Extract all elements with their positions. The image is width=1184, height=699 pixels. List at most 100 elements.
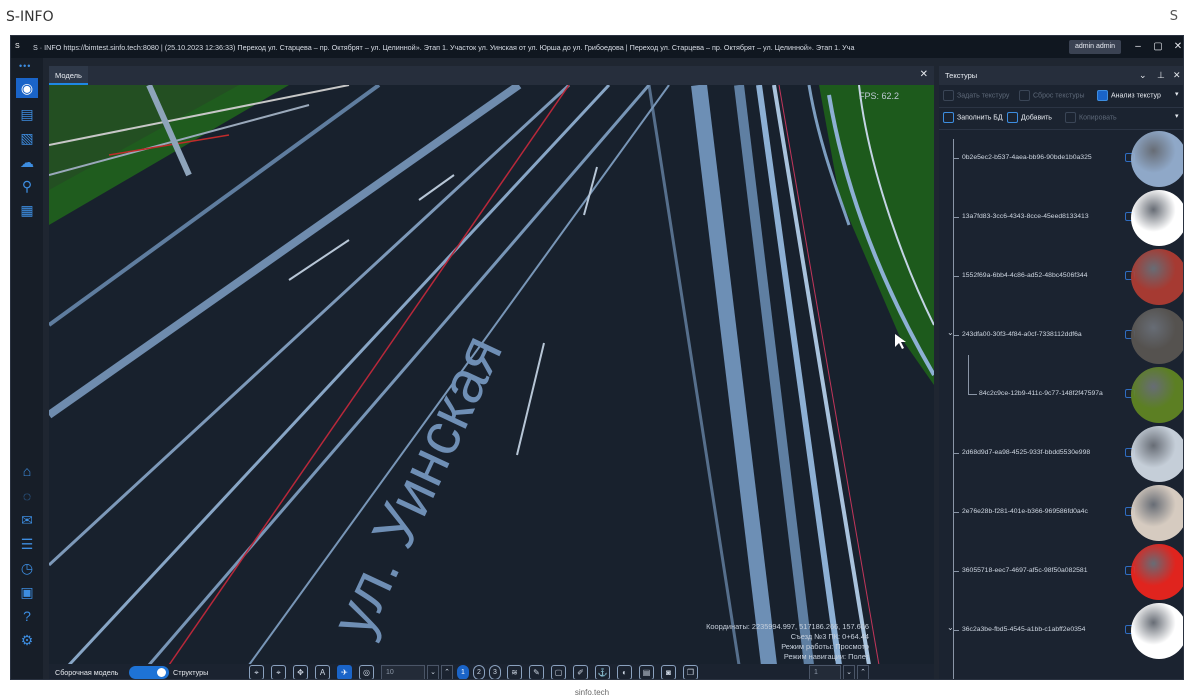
model-toggle[interactable]: [129, 666, 169, 679]
close-tab-icon[interactable]: ✕: [920, 69, 928, 80]
texture-id: 84c2c9ce-12b9-411c-9c77-148f2f47597a: [979, 390, 1103, 397]
nav-mode-readout: Режим навигации: Полет: [783, 652, 869, 661]
texture-id: 2e76e28b-f281-401e-b366-969586fd0a4c: [962, 508, 1088, 515]
add-icon: [1007, 112, 1018, 123]
chevron-up-icon[interactable]: ⌃: [441, 665, 453, 679]
tree-connector: [953, 512, 959, 513]
row1-more-icon[interactable]: ▾: [1175, 90, 1179, 98]
texture-list-item[interactable]: 13a7fd83-3cc6-4343-8cce-45eed8133413: [939, 188, 1183, 248]
globe-icon[interactable]: ◐: [617, 665, 632, 679]
brush-icon[interactable]: ✎: [529, 665, 544, 679]
pencil-icon[interactable]: ✐: [573, 665, 588, 679]
app-window: S S · INFO https://bimtest.sinfo.tech:80…: [10, 35, 1184, 680]
texture-preview: [1131, 367, 1183, 423]
database-icon[interactable]: ▤: [16, 104, 38, 124]
add-button[interactable]: Добавить: [1007, 112, 1052, 123]
ramp-readout: Съезд №3 ПК: 0+64.44: [790, 632, 869, 641]
pin-icon[interactable]: ⊥: [1157, 66, 1165, 85]
texture-list-item[interactable]: ⌄ 243dfa00-30f3-4f84-a0cf-7338112ddf6a: [939, 306, 1183, 366]
pin-disabled-icon[interactable]: ⌖: [271, 665, 286, 679]
set-texture-button[interactable]: Задать текстуру: [943, 90, 1009, 101]
texture-id: 1552f69a-6bb4-4c86-ad52-48bc4506f344: [962, 272, 1088, 279]
walk-icon[interactable]: ◎: [359, 665, 374, 679]
model-panel: Модель ✕ ул. Уинская FPS: 62.2 Координат…: [49, 66, 934, 679]
search-icon[interactable]: ⚲: [16, 176, 38, 196]
tree-connector: [953, 276, 959, 277]
textures-toolbar-row2: Заполнить БД Добавить Копировать ▾: [939, 108, 1183, 130]
fill-db-button[interactable]: Заполнить БД: [943, 112, 1003, 123]
texture-id: 13a7fd83-3cc6-4343-8cce-45eed8133413: [962, 213, 1089, 220]
user-badge[interactable]: admin admin: [1069, 40, 1122, 54]
texture-list-item[interactable]: 0b2e5ec2-b537-4aea-bb96-90bde1b0a325: [939, 129, 1183, 189]
tree-connector: [953, 453, 959, 454]
texture-list-item[interactable]: ⌄ 36c2a3be-fbd5-4545-a1bb-c1abff2e0354: [939, 601, 1183, 661]
calculator-icon[interactable]: ▦: [16, 200, 38, 220]
reset-texture-button[interactable]: Сброс текстуры: [1019, 90, 1085, 101]
road-scene: ул. Уинская: [49, 85, 934, 665]
briefcase-icon[interactable]: ▣: [16, 582, 38, 602]
maximize-icon[interactable]: ▢: [1151, 40, 1165, 54]
wind-icon[interactable]: ≋: [507, 665, 522, 679]
texture-id: 36055718-eec7-4697-af5c-98f50a082581: [962, 567, 1088, 574]
flight-plane-icon[interactable]: ✈: [337, 665, 352, 679]
chevron-down-icon[interactable]: ⌄: [427, 665, 439, 679]
texture-icon: [943, 90, 954, 101]
fill-db-icon: [943, 112, 954, 123]
anchor-icon[interactable]: ⚓: [595, 665, 610, 679]
copy-icon: [1065, 112, 1076, 123]
texture-list-item[interactable]: 2e76e28b-f281-401e-b366-969586fd0a4c: [939, 483, 1183, 543]
close-icon[interactable]: ✕: [1171, 40, 1183, 54]
texture-preview: [1131, 426, 1183, 482]
textures-panel: Текстуры ⌄ ⊥ ✕ Задать текстуру Сброс тек…: [939, 66, 1183, 679]
page-up-icon[interactable]: ⌃: [857, 665, 869, 679]
copy-icon[interactable]: ❐: [683, 665, 698, 679]
work-mode-readout: Режим работы: Просмотр: [781, 642, 869, 651]
level-1[interactable]: 1: [457, 665, 469, 679]
list-icon[interactable]: ☰: [16, 534, 38, 554]
document-icon[interactable]: ▧: [16, 128, 38, 148]
analyze-textures-button[interactable]: Анализ текстур: [1097, 90, 1161, 101]
page-select[interactable]: 1: [809, 665, 841, 679]
tree-connector: [953, 217, 959, 218]
texture-preview: [1131, 603, 1183, 659]
box-icon[interactable]: ▢: [551, 665, 566, 679]
texture-list-item[interactable]: 36055718-eec7-4697-af5c-98f50a082581: [939, 542, 1183, 602]
location-pin-icon[interactable]: ⌖: [249, 665, 264, 679]
cloud-upload-icon[interactable]: ☁: [16, 152, 38, 172]
layers-icon[interactable]: ▤: [639, 665, 654, 679]
camera-icon[interactable]: ◙: [661, 665, 676, 679]
app-title: S-INFO: [6, 9, 54, 25]
more-icon[interactable]: •••: [19, 61, 31, 71]
page-down-icon[interactable]: ⌄: [843, 665, 855, 679]
bottom-toolbar: Сборочная модель Структуры ⌖ ⌖ ✥ A ✈ ◎ 1…: [49, 664, 934, 679]
tree-branch-line: [968, 355, 969, 395]
tab-model[interactable]: Модель: [49, 66, 88, 85]
texture-list-item[interactable]: 2d68d9d7-ea98-4525-933f-bbdd5530e998: [939, 424, 1183, 484]
view-eye-icon[interactable]: ◉: [16, 78, 38, 98]
text-a-icon[interactable]: A: [315, 665, 330, 679]
help-icon[interactable]: ?: [16, 606, 38, 626]
home-icon[interactable]: ⌂: [16, 461, 38, 481]
structures-label: Структуры: [173, 668, 209, 677]
chevron-down-icon[interactable]: ⌄: [1139, 66, 1147, 85]
tree-connector: [953, 630, 959, 631]
texture-list-item[interactable]: 1552f69a-6bb4-4c86-ad52-48bc4506f344: [939, 247, 1183, 307]
textures-panel-title: Текстуры: [945, 71, 978, 80]
level-3[interactable]: 3: [489, 665, 501, 679]
level-2[interactable]: 2: [473, 665, 485, 679]
level-select[interactable]: 10: [381, 665, 425, 679]
clock-icon[interactable]: ◷: [16, 558, 38, 578]
minimize-icon[interactable]: –: [1131, 40, 1145, 54]
model-tab-header: Модель ✕: [49, 66, 934, 85]
copy-button[interactable]: Копировать: [1065, 112, 1117, 123]
row2-more-icon[interactable]: ▾: [1175, 112, 1179, 120]
3d-viewport[interactable]: ул. Уинская FPS: 62.2 Координаты: 223599…: [49, 85, 934, 665]
textures-toolbar-row1: Задать текстуру Сброс текстуры Анализ те…: [939, 86, 1183, 108]
tree-connector: [969, 394, 977, 395]
settings-gear-icon[interactable]: ⚙: [16, 630, 38, 650]
mail-icon[interactable]: ✉: [16, 510, 38, 530]
texture-list-item[interactable]: 84c2c9ce-12b9-411c-9c77-148f2f47597a: [939, 355, 1183, 425]
close-panel-icon[interactable]: ✕: [1173, 66, 1181, 85]
move-icon[interactable]: ✥: [293, 665, 308, 679]
chat-icon[interactable]: ◌: [16, 486, 38, 506]
